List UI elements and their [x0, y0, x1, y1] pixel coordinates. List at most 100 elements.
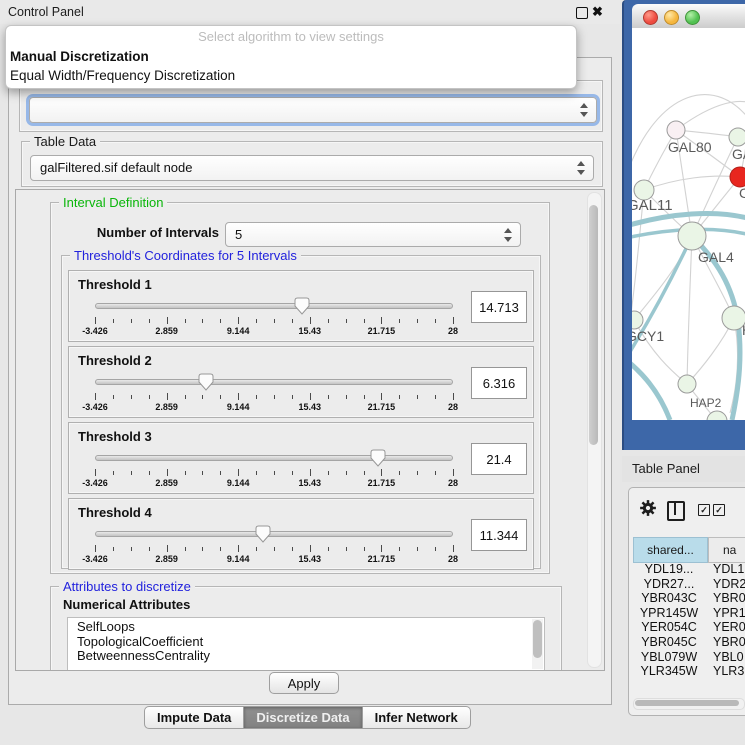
column-header-shared[interactable]: shared... [633, 537, 708, 563]
node-label: GA [732, 146, 745, 162]
cell-name: YLR3 [713, 664, 744, 678]
table-row[interactable]: YDR27...YDR2 [633, 577, 745, 592]
slider-thumb[interactable] [294, 297, 310, 315]
gear-icon[interactable] [639, 499, 657, 517]
cell-name: YDL1 [713, 562, 744, 576]
tick-mark [256, 471, 257, 475]
attribute-list-item[interactable]: SelfLoops [77, 620, 544, 635]
tick-label: 15.43 [299, 478, 322, 488]
tick-label: 2.859 [155, 326, 178, 336]
network-node-GAL4[interactable] [678, 222, 706, 250]
network-node-HAP2[interactable] [678, 375, 696, 393]
tick-label: 15.43 [299, 402, 322, 412]
tab-infer-network[interactable]: Infer Network [363, 706, 471, 729]
slider-thumb[interactable] [255, 525, 271, 543]
threshold-value-input[interactable] [471, 519, 527, 551]
table-row[interactable]: YLR345WYLR3 [633, 664, 745, 679]
dropdown-item[interactable]: Manual Discretization [6, 47, 576, 66]
minimize-traffic-light[interactable] [664, 10, 679, 25]
slider-tick-labels: -3.4262.8599.14415.4321.71528 [95, 402, 453, 412]
table-hscrollbar[interactable] [633, 698, 745, 710]
table-row[interactable]: YBR045CYBR0 [633, 635, 745, 650]
network-node-GAL80[interactable] [667, 121, 685, 139]
attribute-list-item[interactable]: TopologicalCoefficient [77, 635, 544, 650]
list-scrollbar[interactable] [532, 619, 543, 669]
threshold-value-input[interactable] [471, 291, 527, 323]
network-node-GA[interactable] [729, 128, 745, 146]
tick-mark [220, 547, 221, 551]
close-icon[interactable]: ✖ [592, 4, 603, 20]
slider-track [95, 303, 453, 309]
tick-mark [417, 471, 418, 475]
split-column-icon[interactable] [667, 501, 685, 521]
attribute-list-item[interactable]: BetweennessCentrality [77, 649, 544, 664]
scrollbar-thumb[interactable] [635, 700, 739, 706]
tick-mark [328, 395, 329, 399]
combobox-stepper-icon [577, 161, 586, 175]
tick-mark [167, 469, 168, 476]
scrollbar-thumb[interactable] [589, 205, 598, 445]
tick-mark [131, 319, 132, 323]
table-row[interactable]: YBL079WYBL0 [633, 650, 745, 665]
threshold-slider[interactable]: -3.4262.8599.14415.4321.71528 [95, 295, 453, 337]
slider-thumb[interactable] [198, 373, 214, 391]
table-row[interactable]: YER054CYER0 [633, 620, 745, 635]
close-traffic-light[interactable] [643, 10, 658, 25]
dropdown-items: Manual DiscretizationEqual Width/Frequen… [6, 47, 576, 85]
thresholds-group: Threshold's Coordinates for 5 Intervals … [61, 255, 541, 569]
network-edge[interactable] [644, 176, 740, 190]
tab-discretize-data[interactable]: Discretize Data [244, 706, 362, 729]
network-edge[interactable] [632, 360, 670, 420]
checkbox-icon[interactable]: ✓ [713, 504, 725, 516]
threshold-slider[interactable]: -3.4262.8599.14415.4321.71528 [95, 523, 453, 565]
threshold-value-input[interactable] [471, 443, 527, 475]
group-title: Interval Definition [59, 195, 167, 210]
table-row[interactable]: YPR145WYPR1 [633, 606, 745, 621]
column-header-name[interactable]: na [708, 537, 745, 563]
tick-mark [185, 471, 186, 475]
network-edge[interactable] [634, 236, 692, 320]
tick-label: 2.859 [155, 554, 178, 564]
tick-label: 9.144 [227, 326, 250, 336]
threshold-value-input[interactable] [471, 367, 527, 399]
table-row[interactable]: YIL052CYIL0 [633, 679, 745, 680]
cell-name: YBR0 [713, 591, 745, 605]
table-data-combobox[interactable]: galFiltered.sif default node [30, 155, 594, 181]
tick-mark [328, 319, 329, 323]
tick-mark [185, 547, 186, 551]
checkbox-icon[interactable]: ✓ [698, 504, 710, 516]
tick-mark [238, 469, 239, 476]
network-node-GCY1[interactable] [632, 311, 643, 329]
cell-shared-name: YPR145W [633, 606, 705, 620]
tick-mark [113, 395, 114, 399]
dropdown-item[interactable]: Equal Width/Frequency Discretization [6, 66, 576, 85]
network-window-titlebar[interactable] [632, 4, 745, 29]
network-view-canvas[interactable]: GAL80GACGAL11GAL4GCY1HHAP2 [632, 28, 745, 420]
float-window-icon[interactable] [576, 7, 588, 19]
tab-impute-data[interactable]: Impute Data [144, 706, 244, 729]
tick-label: 2.859 [155, 478, 178, 488]
table-row[interactable]: YBR043CYBR0 [633, 591, 745, 606]
panel-scrollbar[interactable] [587, 192, 602, 668]
threshold-panel: Threshold 1-3.4262.8599.14415.4321.71528 [68, 270, 534, 342]
number-of-intervals-combobox[interactable]: 5 [225, 222, 521, 247]
threshold-label: Threshold 2 [78, 353, 152, 368]
zoom-traffic-light[interactable] [685, 10, 700, 25]
slider-ticks [95, 393, 453, 401]
network-node-C[interactable] [730, 167, 745, 187]
apply-button[interactable]: Apply [269, 672, 339, 694]
combobox-stepper-icon [504, 228, 513, 242]
tick-mark [346, 547, 347, 551]
threshold-slider[interactable]: -3.4262.8599.14415.4321.71528 [95, 447, 453, 489]
slider-thumb[interactable] [370, 449, 386, 467]
scrollbar-thumb[interactable] [533, 620, 542, 658]
tick-mark [167, 393, 168, 400]
table-row[interactable]: YDL19...YDL1 [633, 562, 745, 577]
network-edge[interactable] [676, 101, 745, 130]
network-edge[interactable] [687, 236, 692, 384]
algorithm-combobox[interactable] [29, 97, 597, 123]
table-panel-title: Table Panel [632, 456, 700, 482]
tick-mark [95, 469, 96, 476]
algorithm-dropdown-popup: Select algorithm to view settings Manual… [5, 25, 577, 89]
threshold-slider[interactable]: -3.4262.8599.14415.4321.71528 [95, 371, 453, 413]
